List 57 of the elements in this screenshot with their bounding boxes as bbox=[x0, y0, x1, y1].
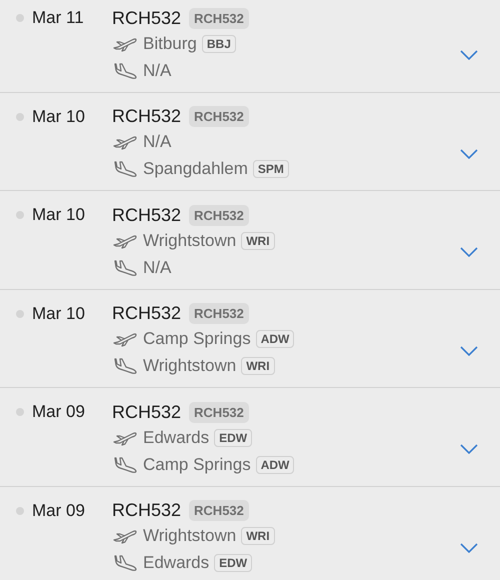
landing-plane-icon bbox=[112, 356, 138, 376]
flight-date: Mar 09 bbox=[32, 500, 86, 522]
callsign-tag: RCH532 bbox=[189, 8, 249, 28]
flight-date: Mar 10 bbox=[32, 204, 86, 226]
airport-name: Spangdahlem bbox=[143, 159, 248, 179]
chevron-down-icon[interactable] bbox=[460, 50, 478, 60]
airport-name: Edwards bbox=[143, 428, 210, 448]
chevron-down-icon[interactable] bbox=[460, 148, 478, 158]
airport-name: Wrightstown bbox=[143, 356, 236, 376]
landing-plane-icon bbox=[112, 258, 138, 278]
callsign-tag: RCH532 bbox=[189, 500, 249, 521]
airport-code: WRI bbox=[241, 357, 275, 375]
airport-name: Wrightstown bbox=[143, 230, 236, 250]
callsign-tag: RCH532 bbox=[189, 204, 249, 226]
dot-icon bbox=[16, 14, 24, 22]
chevron-down-icon[interactable] bbox=[460, 346, 478, 356]
flight-number: RCH532 bbox=[112, 402, 182, 422]
airport-name: N/A bbox=[143, 258, 172, 278]
flight-date: Mar 09 bbox=[32, 401, 86, 423]
airport-code: WRI bbox=[241, 527, 275, 545]
airport-name: Edwards bbox=[143, 553, 210, 573]
flight-number: RCH532 bbox=[112, 204, 182, 226]
airport-name: Wrightstown bbox=[143, 526, 236, 546]
landing-plane-icon bbox=[112, 553, 138, 573]
flight-number: RCH532 bbox=[112, 106, 182, 127]
callsign-tag: RCH532 bbox=[189, 106, 249, 127]
airport-code: ADW bbox=[256, 330, 294, 348]
landing-plane-icon bbox=[112, 454, 138, 474]
chevron-down-icon[interactable] bbox=[460, 542, 478, 552]
airport-code: ADW bbox=[256, 456, 294, 474]
callsign-tag: RCH532 bbox=[189, 402, 249, 422]
flight-date: Mar 10 bbox=[32, 302, 86, 324]
airport-name: N/A bbox=[143, 60, 172, 80]
airport-name: Camp Springs bbox=[143, 454, 251, 474]
dot-icon bbox=[16, 506, 24, 514]
airport-name: Bitburg bbox=[143, 34, 197, 54]
airport-code: EDW bbox=[214, 428, 252, 446]
airport-name: Camp Springs bbox=[143, 329, 251, 349]
landing-plane-icon bbox=[112, 159, 138, 179]
flight-number: RCH532 bbox=[112, 303, 182, 324]
airport-name: N/A bbox=[143, 132, 172, 152]
callsign-tag: RCH532 bbox=[189, 303, 249, 324]
airport-code: BBJ bbox=[202, 34, 236, 52]
dot-icon bbox=[16, 408, 24, 416]
flight-number: RCH532 bbox=[112, 8, 182, 28]
airport-code: SPM bbox=[252, 160, 289, 178]
flight-date: Mar 10 bbox=[32, 106, 86, 128]
chevron-down-icon[interactable] bbox=[460, 247, 478, 257]
flight-date: Mar 11 bbox=[32, 7, 85, 29]
airport-code: EDW bbox=[214, 554, 252, 572]
airport-code: WRI bbox=[241, 232, 275, 250]
landing-plane-icon bbox=[112, 60, 138, 80]
dot-icon bbox=[16, 310, 24, 318]
flight-number: RCH532 bbox=[112, 500, 182, 521]
dot-icon bbox=[16, 211, 24, 219]
dot-icon bbox=[16, 112, 24, 120]
chevron-down-icon[interactable] bbox=[460, 444, 478, 454]
